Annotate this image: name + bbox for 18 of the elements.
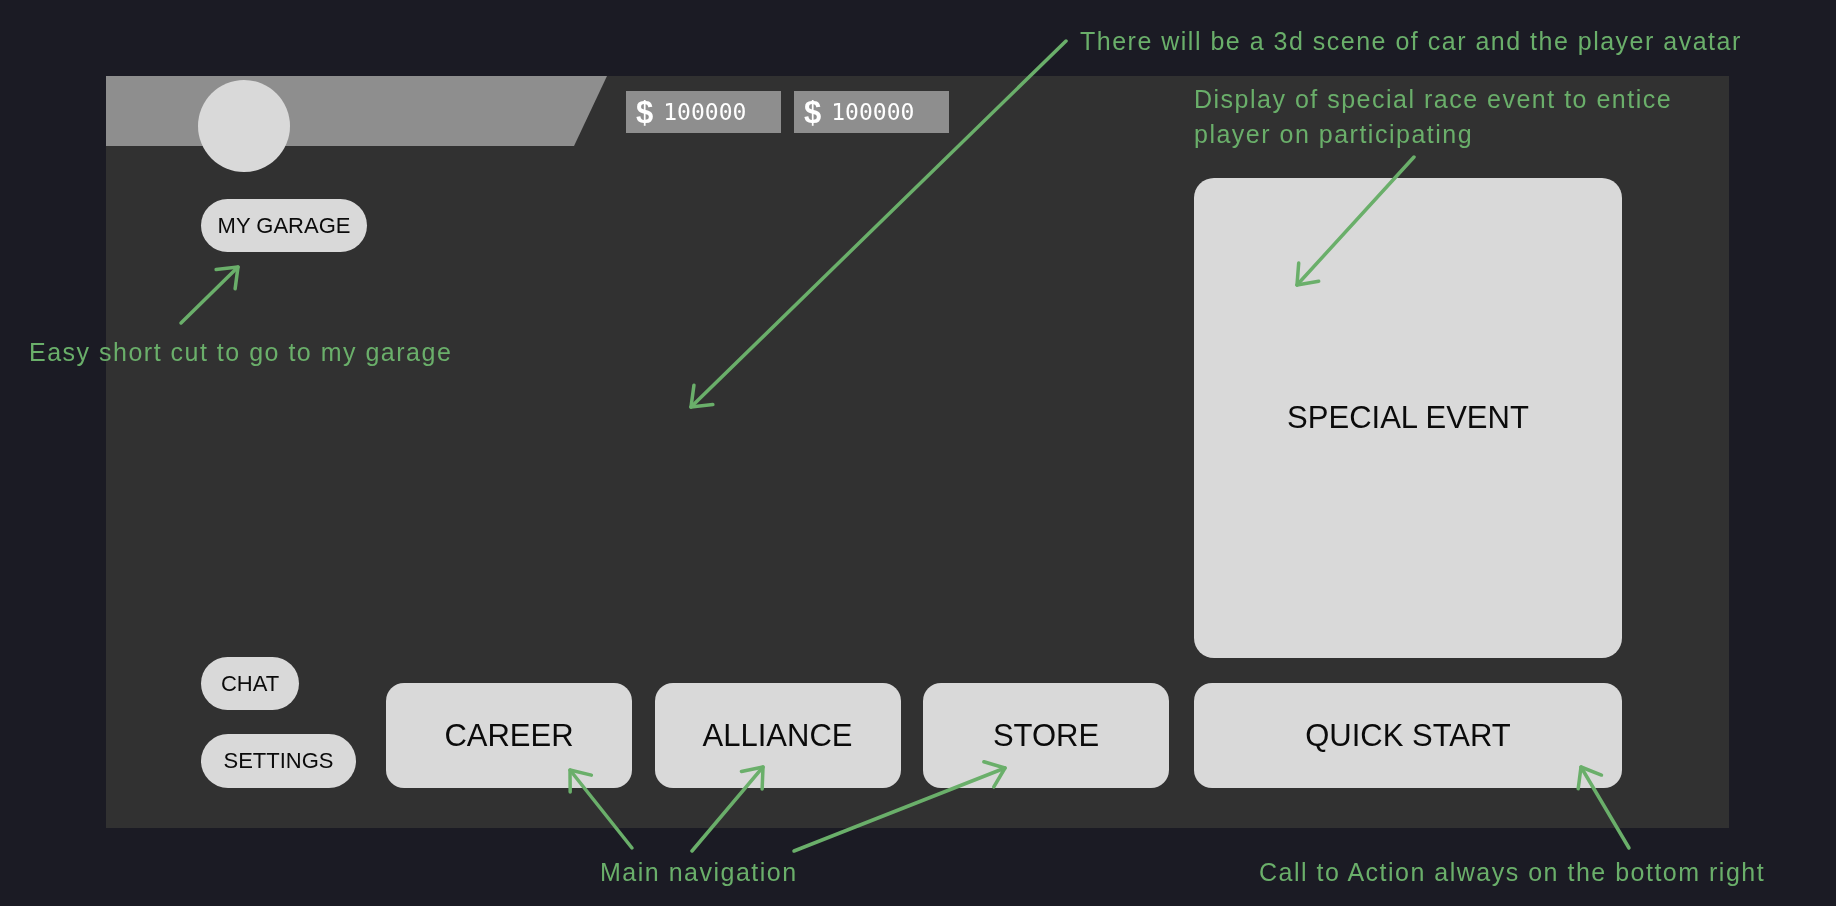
my-garage-button[interactable]: MY GARAGE <box>201 199 367 252</box>
currency-symbol: $ <box>804 96 822 128</box>
currency-amount: 100000 <box>831 100 915 124</box>
special-event-card[interactable]: SPECIAL EVENT <box>1194 178 1622 658</box>
annotation-note: Easy short cut to go to my garage <box>29 337 453 368</box>
side-button[interactable]: SETTINGS <box>201 734 356 788</box>
currency-amount: 100000 <box>663 100 747 124</box>
annotation-note: Call to Action always on the bottom right <box>1259 857 1766 888</box>
nav-button[interactable]: ALLIANCE <box>654 683 901 788</box>
annotation-note: There will be a 3d scene of car and the player avatar <box>1080 26 1742 57</box>
quick-start-button[interactable]: QUICK START <box>1194 683 1622 788</box>
nav-button[interactable]: STORE <box>923 683 1169 788</box>
annotation-note: Display of special race event to entice player on participating <box>1194 84 1674 150</box>
side-button[interactable]: CHAT <box>201 657 299 710</box>
annotation-arrow <box>179 265 240 325</box>
annotation-note: Main navigation <box>600 857 798 888</box>
nav-button[interactable]: CAREER <box>386 683 632 788</box>
currency-symbol: $ <box>636 96 654 128</box>
